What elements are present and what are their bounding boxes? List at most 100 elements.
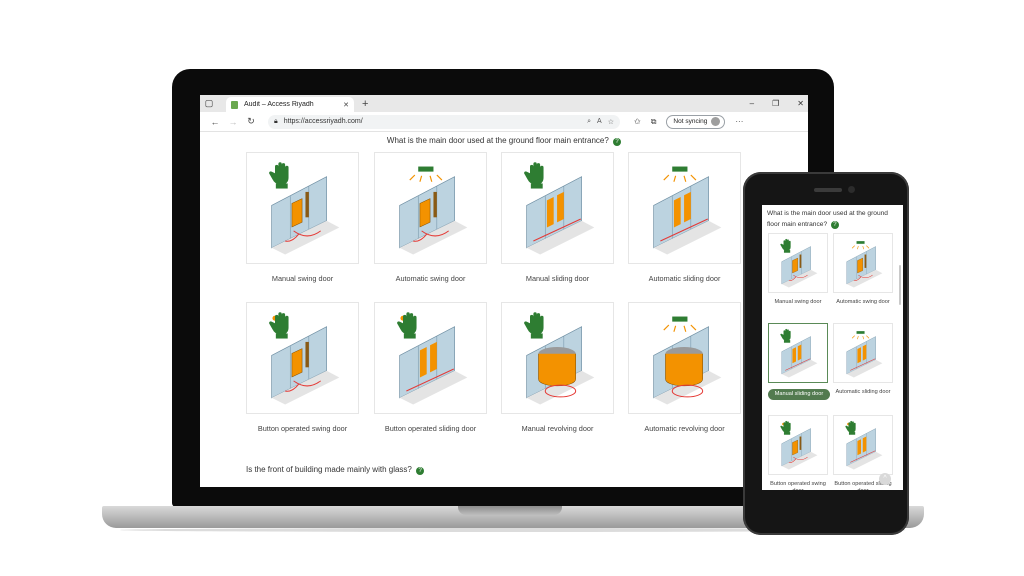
device-mockup: ▢ Audit – Access Riyadh ✕ + – ❐ ✕ ← → ↻ … xyxy=(0,0,1024,576)
option-manual-revolving-door[interactable]: Manual revolving door xyxy=(501,302,614,434)
question-text: Is the front of building made mainly wit… xyxy=(246,465,412,474)
sensor-icon xyxy=(851,241,870,250)
option-label: Button operated swing door xyxy=(770,481,826,490)
collections-icon[interactable]: ⧉ xyxy=(651,117,657,127)
door-illustration xyxy=(833,415,893,475)
browser-tab[interactable]: Audit – Access Riyadh ✕ xyxy=(226,97,354,112)
question-glass-front: Is the front of building made mainly wit… xyxy=(246,465,425,475)
avatar xyxy=(711,117,721,126)
help-icon[interactable]: ? xyxy=(830,221,839,229)
glass-wall xyxy=(846,246,883,288)
hand-icon xyxy=(524,312,544,339)
question-text: What is the main door used at the ground… xyxy=(386,136,609,145)
door-illustration xyxy=(374,302,487,414)
door-illustration xyxy=(501,302,614,414)
door-illustration xyxy=(246,302,359,414)
phone-camera xyxy=(848,186,855,193)
option-manual-sliding-door[interactable]: Manual sliding door xyxy=(501,152,614,284)
favicon-icon xyxy=(231,100,238,109)
phone-screen: What is the main door used at the ground… xyxy=(762,205,903,490)
tab-actions-icon[interactable]: ▢ xyxy=(200,95,218,112)
sensor-icon xyxy=(851,331,870,340)
door-illustration xyxy=(833,233,893,293)
minimize-button[interactable]: – xyxy=(750,99,754,108)
forward-icon[interactable]: → xyxy=(224,117,242,127)
option-automatic-sliding-door[interactable]: Automatic sliding door xyxy=(628,152,741,284)
option-label: Manual revolving door xyxy=(521,424,594,433)
read-aloud-icon[interactable]: A xyxy=(597,118,602,125)
menu-dots-icon[interactable]: ··· xyxy=(735,117,743,126)
lock-icon[interactable]: 🔒︎ xyxy=(274,118,278,126)
door-illustration xyxy=(246,152,359,264)
close-window-button[interactable]: ✕ xyxy=(797,99,804,108)
hand-icon xyxy=(269,312,289,339)
door-illustration xyxy=(768,415,828,475)
back-to-top-button[interactable]: ^ xyxy=(879,473,891,485)
option-label: Automatic sliding door xyxy=(835,389,891,395)
help-icon[interactable]: ? xyxy=(613,138,622,146)
url-field[interactable]: 🔒︎ https://accessriyadh.com/ ⌕ A ☆ xyxy=(268,114,620,129)
option-label: Manual sliding door xyxy=(525,274,590,283)
phone-option-manual-swing-door[interactable]: Manual swing door xyxy=(768,233,828,306)
door-illustration xyxy=(833,323,893,383)
tab-bar: ▢ Audit – Access Riyadh ✕ + – ❐ ✕ xyxy=(200,95,808,112)
sensor-icon xyxy=(663,166,697,182)
option-label: Automatic swing door xyxy=(836,299,890,305)
option-manual-swing-door[interactable]: Manual swing door xyxy=(246,152,359,284)
door-illustration xyxy=(768,323,828,383)
door-illustration xyxy=(374,152,487,264)
phone-option-automatic-swing-door[interactable]: Automatic swing door xyxy=(833,233,893,306)
hand-icon xyxy=(780,328,791,343)
help-icon[interactable]: ? xyxy=(416,467,425,475)
back-icon[interactable]: ← xyxy=(206,117,224,127)
question-main-door: What is the main door used at the ground… xyxy=(200,136,808,146)
hand-icon xyxy=(780,420,791,435)
favorites-icon[interactable]: ✩ xyxy=(634,117,641,126)
tab-close-icon[interactable]: ✕ xyxy=(343,101,349,109)
phone-speaker xyxy=(814,188,842,192)
phone-question: What is the main door used at the ground… xyxy=(767,208,897,230)
window-controls: – ❐ ✕ xyxy=(750,95,804,112)
option-automatic-swing-door[interactable]: Automatic swing door xyxy=(374,152,487,284)
profile-sync-button[interactable]: Not syncing xyxy=(666,114,726,129)
option-label: Button operated sliding door xyxy=(384,424,477,433)
phone-scrollbar[interactable] xyxy=(899,265,901,305)
option-label: Manual swing door xyxy=(774,299,822,305)
question-text: What is the main door used at the ground… xyxy=(767,210,888,228)
maximize-button[interactable]: ❐ xyxy=(772,99,779,108)
hand-icon xyxy=(524,162,544,189)
hand-icon xyxy=(397,312,417,339)
tab-title: Audit – Access Riyadh xyxy=(244,101,314,108)
hand-icon xyxy=(845,420,856,435)
new-tab-button[interactable]: + xyxy=(362,98,368,110)
option-button-operated-sliding-door[interactable]: Button operated sliding door xyxy=(374,302,487,434)
door-illustration xyxy=(628,302,741,414)
phone-option-button-operated-swing-door[interactable]: Button operated swing door xyxy=(768,415,828,490)
audit-page: What is the main door used at the ground… xyxy=(200,132,808,487)
door-illustration xyxy=(628,152,741,264)
option-label: Automatic revolving door xyxy=(644,424,725,433)
option-label: Button operated swing door xyxy=(257,424,348,433)
option-label-selected: Manual sliding door xyxy=(768,389,830,400)
sync-label: Not syncing xyxy=(673,118,708,125)
phone-option-manual-sliding-door[interactable]: Manual sliding door xyxy=(768,323,830,400)
sensor-icon xyxy=(409,166,443,182)
option-label: Automatic swing door xyxy=(395,274,466,283)
door-illustration xyxy=(501,152,614,264)
option-button-operated-swing-door[interactable]: Button operated swing door xyxy=(246,302,359,434)
hand-icon xyxy=(780,238,791,253)
option-automatic-revolving-door[interactable]: Automatic revolving door xyxy=(628,302,741,434)
zoom-icon[interactable]: ⌕ xyxy=(587,118,591,126)
toolbar: ✩ ⧉ Not syncing ··· xyxy=(634,114,743,129)
laptop-screen: ▢ Audit – Access Riyadh ✕ + – ❐ ✕ ← → ↻ … xyxy=(200,95,808,487)
sensor-icon xyxy=(663,316,697,332)
phone-option-automatic-sliding-door[interactable]: Automatic sliding door xyxy=(833,323,893,396)
hand-icon xyxy=(269,162,289,189)
favorite-star-icon[interactable]: ☆ xyxy=(608,118,614,126)
option-label: Manual swing door xyxy=(271,274,334,283)
url-text: https://accessriyadh.com/ xyxy=(283,118,363,125)
laptop-notch xyxy=(458,506,562,515)
door-illustration xyxy=(768,233,828,293)
option-label: Automatic sliding door xyxy=(648,274,721,283)
refresh-icon[interactable]: ↻ xyxy=(242,116,260,127)
